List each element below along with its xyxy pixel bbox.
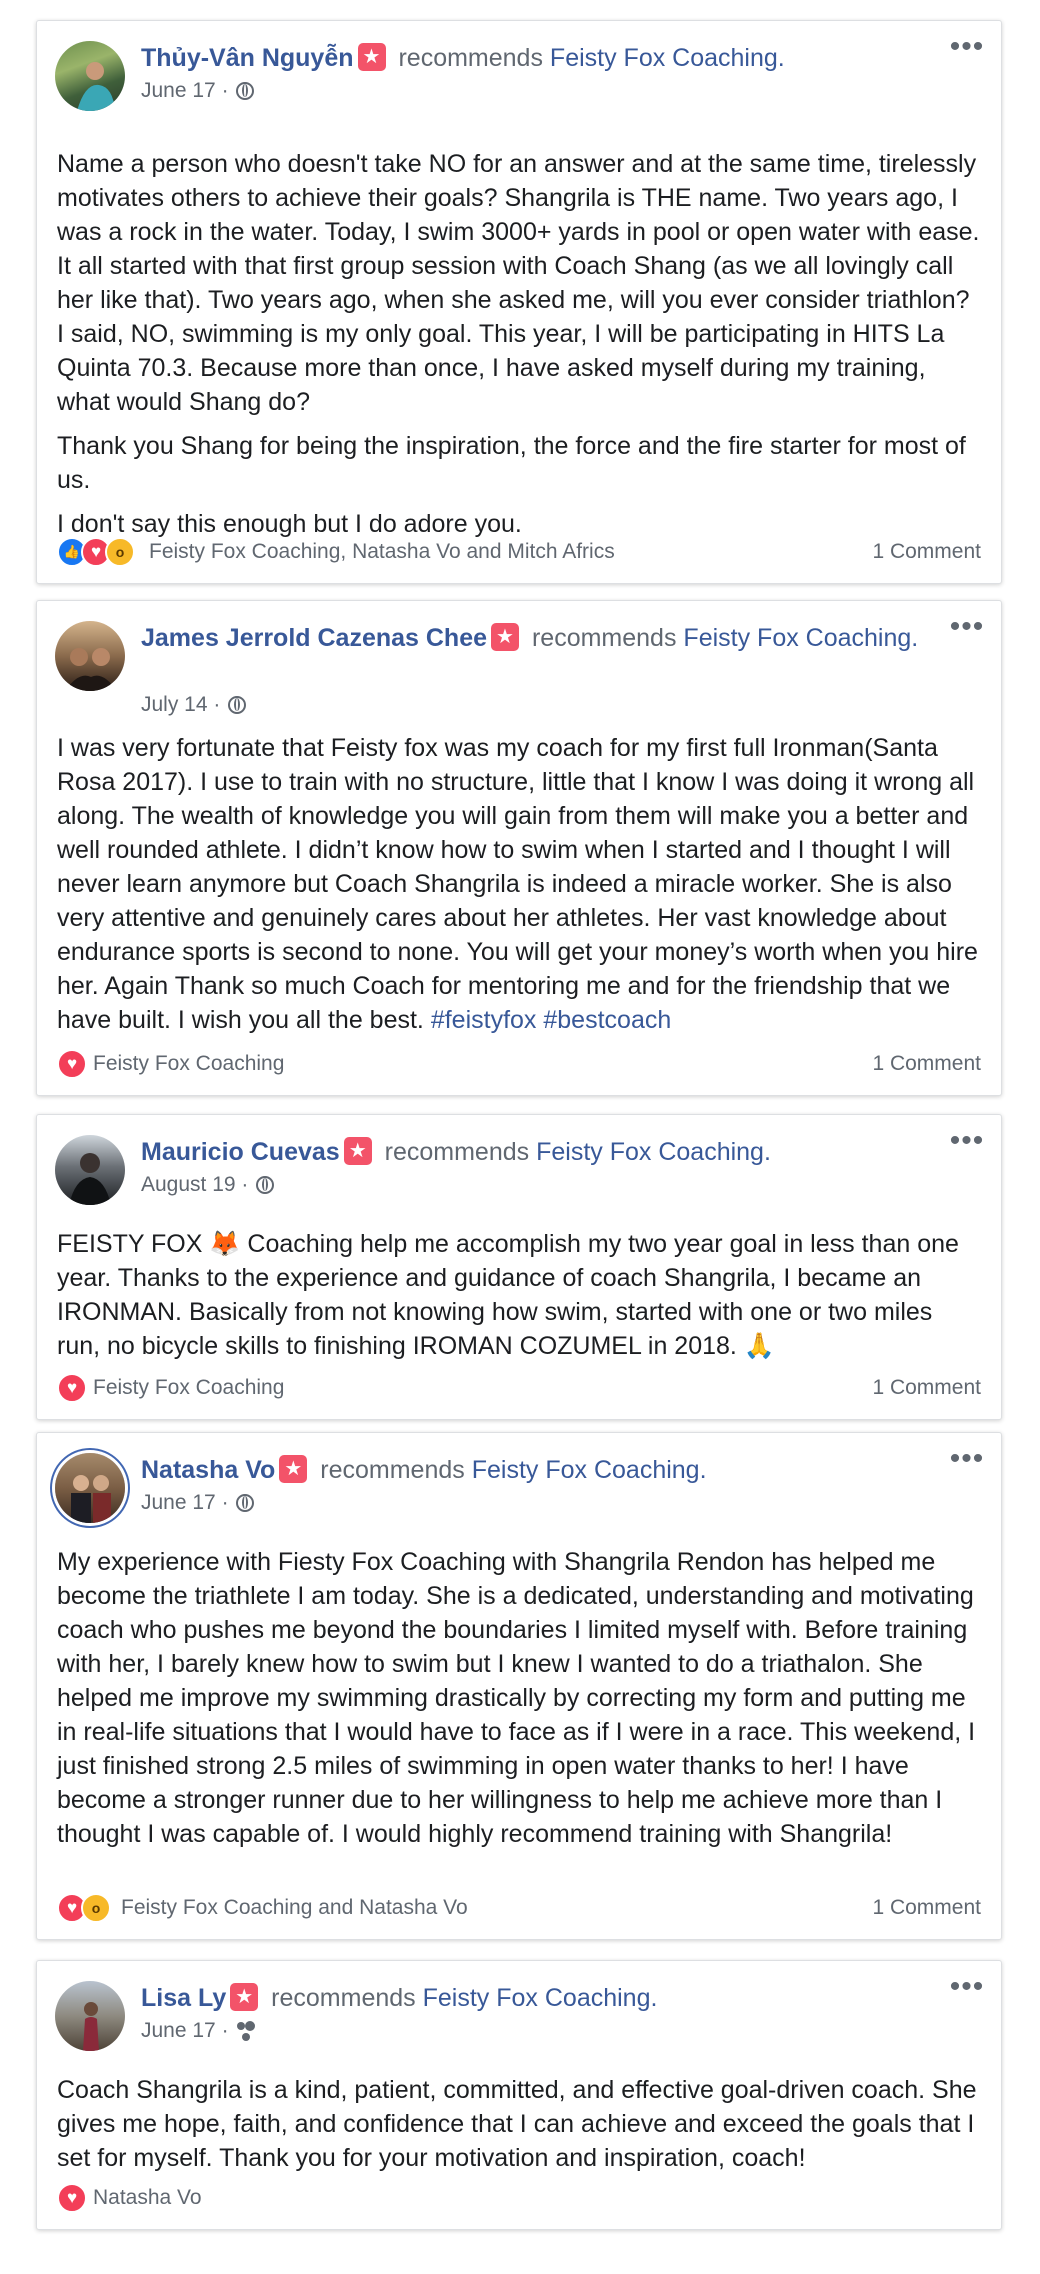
avatar-photo xyxy=(69,1153,111,1205)
reviewer-name[interactable]: Mauricio Cuevas xyxy=(141,1138,340,1166)
review-card: Thủy-Vân Nguyễn recommends Feisty Fox Co… xyxy=(36,20,1002,584)
review-paragraph: Name a person who doesn't take NO for an… xyxy=(57,150,980,416)
wow-icon xyxy=(105,537,135,567)
wow-icon xyxy=(81,1893,111,1923)
more-options-icon[interactable]: ••• xyxy=(947,1126,987,1156)
page-link[interactable]: Feisty Fox Coaching. xyxy=(472,1456,707,1484)
recommend-star-icon xyxy=(357,43,386,71)
avatar-photo xyxy=(65,648,117,691)
post-date[interactable]: June 17 · xyxy=(141,1491,229,1514)
globe-icon xyxy=(228,696,247,714)
review-paragraph: My experience with Fiesty Fox Coaching w… xyxy=(57,1548,976,1848)
avatar[interactable] xyxy=(55,41,125,111)
reactions-bar: Feisty Fox Coaching 1 Comment xyxy=(57,1371,981,1405)
page-link[interactable]: Feisty Fox Coaching. xyxy=(423,1984,658,2012)
review-card: James Jerrold Cazenas Chee recommends Fe… xyxy=(36,600,1002,1096)
globe-icon xyxy=(236,1494,255,1512)
review-paragraph-text: I was very fortunate that Feisty fox was… xyxy=(57,734,978,1034)
reactions-bar: Feisty Fox Coaching and Natasha Vo 1 Com… xyxy=(57,1891,981,1925)
recommend-star-icon xyxy=(230,1983,259,2011)
review-text: FEISTY FOX 🦊 Coaching help me accomplish… xyxy=(37,1193,1001,1363)
review-text: Coach Shangrila is a kind, patient, comm… xyxy=(37,2039,1001,2175)
post-date[interactable]: June 17 · xyxy=(141,2019,229,2042)
recommend-star-icon xyxy=(343,1137,372,1165)
reviewer-name[interactable]: Lisa Ly xyxy=(141,1984,226,2012)
review-text: Name a person who doesn't take NO for an… xyxy=(37,99,1001,541)
page-link[interactable]: Feisty Fox Coaching. xyxy=(536,1138,771,1166)
reactor-names[interactable]: Feisty Fox Coaching xyxy=(93,1371,284,1405)
post-meta: June 17 · xyxy=(141,77,255,105)
avatar-photo xyxy=(71,1475,111,1523)
avatar[interactable] xyxy=(55,1981,125,2051)
comment-count[interactable]: 1 Comment xyxy=(872,1047,981,1081)
post-date[interactable]: August 19 · xyxy=(141,1173,248,1196)
reactor-names[interactable]: Natasha Vo xyxy=(93,2181,202,2215)
review-title: Lisa Ly recommends Feisty Fox Coaching. xyxy=(141,1981,921,2015)
hashtags-link[interactable]: #feistyfox #bestcoach xyxy=(431,1006,671,1034)
reviewer-name[interactable]: Thủy-Vân Nguyễn xyxy=(141,44,354,72)
page-link[interactable]: Feisty Fox Coaching. xyxy=(550,44,785,72)
post-meta: July 14 · xyxy=(141,691,247,719)
friends-icon xyxy=(236,2021,258,2039)
review-title: Natasha Vo recommends Feisty Fox Coachin… xyxy=(141,1453,921,1487)
more-options-icon[interactable]: ••• xyxy=(947,1972,987,2002)
more-options-icon[interactable]: ••• xyxy=(947,32,987,62)
love-icon xyxy=(57,1373,87,1403)
recommends-label: recommends xyxy=(384,1138,530,1166)
avatar-photo xyxy=(83,2002,99,2051)
review-paragraph: I was very fortunate that Feisty fox was… xyxy=(57,731,981,1037)
reviewer-name[interactable]: Natasha Vo xyxy=(141,1456,275,1484)
review-paragraph: Thank you Shang for being the inspiratio… xyxy=(57,432,966,494)
post-meta: June 17 · xyxy=(141,2017,258,2045)
recommends-label: recommends xyxy=(531,624,677,652)
recommend-star-icon xyxy=(491,623,520,651)
review-title: Mauricio Cuevas recommends Feisty Fox Co… xyxy=(141,1135,921,1169)
comment-count[interactable]: 1 Comment xyxy=(872,1891,981,1925)
recommends-label: recommends xyxy=(320,1456,465,1484)
globe-icon xyxy=(236,82,255,100)
avatar[interactable] xyxy=(55,1453,125,1523)
review-text: I was very fortunate that Feisty fox was… xyxy=(37,679,1001,1037)
more-options-icon[interactable]: ••• xyxy=(947,612,987,642)
comment-count[interactable]: 1 Comment xyxy=(872,535,981,569)
post-date[interactable]: July 14 · xyxy=(141,693,220,716)
avatar[interactable] xyxy=(55,621,125,691)
avatar-photo xyxy=(77,62,115,111)
post-meta: August 19 · xyxy=(141,1171,275,1199)
avatar[interactable] xyxy=(55,1135,125,1205)
page-link[interactable]: Feisty Fox Coaching. xyxy=(683,624,918,652)
reactions-bar: Feisty Fox Coaching, Natasha Vo and Mitc… xyxy=(57,535,981,569)
reactor-names[interactable]: Feisty Fox Coaching, Natasha Vo and Mitc… xyxy=(149,535,615,569)
review-card: Mauricio Cuevas recommends Feisty Fox Co… xyxy=(36,1114,1002,1420)
reactions-bar: Feisty Fox Coaching 1 Comment xyxy=(57,1047,981,1081)
review-title: Thủy-Vân Nguyễn recommends Feisty Fox Co… xyxy=(141,41,921,75)
review-card: Natasha Vo recommends Feisty Fox Coachin… xyxy=(36,1432,1002,1940)
reviewer-name[interactable]: James Jerrold Cazenas Chee xyxy=(141,624,487,652)
post-date[interactable]: June 17 · xyxy=(141,79,229,102)
post-meta: June 17 · xyxy=(141,1489,255,1517)
review-paragraph: FEISTY FOX 🦊 Coaching help me accomplish… xyxy=(57,1230,959,1360)
recommends-label: recommends xyxy=(271,1984,416,2012)
reactor-names[interactable]: Feisty Fox Coaching and Natasha Vo xyxy=(121,1891,468,1925)
globe-icon xyxy=(256,1176,275,1194)
love-icon xyxy=(57,2183,87,2213)
comment-count[interactable]: 1 Comment xyxy=(872,1371,981,1405)
more-options-icon[interactable]: ••• xyxy=(947,1444,987,1474)
review-title: James Jerrold Cazenas Chee recommends Fe… xyxy=(141,621,921,655)
reactor-names[interactable]: Feisty Fox Coaching xyxy=(93,1047,284,1081)
recommend-star-icon xyxy=(279,1455,308,1483)
love-icon xyxy=(57,1049,87,1079)
reactions-bar: Natasha Vo xyxy=(57,2181,981,2215)
review-paragraph: Coach Shangrila is a kind, patient, comm… xyxy=(57,2076,977,2172)
review-card: Lisa Ly recommends Feisty Fox Coaching. … xyxy=(36,1960,1002,2230)
recommends-label: recommends xyxy=(398,44,543,72)
review-text: My experience with Fiesty Fox Coaching w… xyxy=(37,1511,1001,1851)
